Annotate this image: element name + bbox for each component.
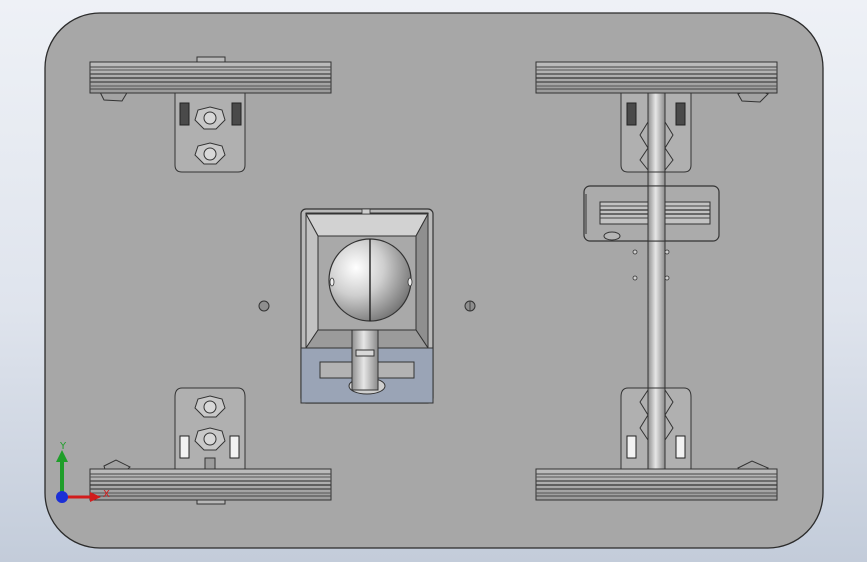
mounting-hole-left [258,300,270,312]
mounting-hole-right [464,300,476,312]
motor-mount-top-right [620,87,692,173]
model-canvas[interactable]: Y X [0,0,867,562]
wheel-top-right [535,61,778,94]
z-axis-dot [56,491,68,503]
motor-mount-top-left [174,91,246,173]
wheel-top-left [89,61,332,94]
x-axis-label: X [103,489,110,500]
wheel-bottom-right [535,468,778,501]
y-axis-label: Y [59,441,67,452]
motor-mount-bottom-right [620,387,692,474]
cad-viewport[interactable]: Y X [0,0,867,562]
motor-mount-bottom-left [174,387,246,471]
wheel-bottom-left [89,468,332,501]
ball-caster[interactable] [300,208,434,404]
